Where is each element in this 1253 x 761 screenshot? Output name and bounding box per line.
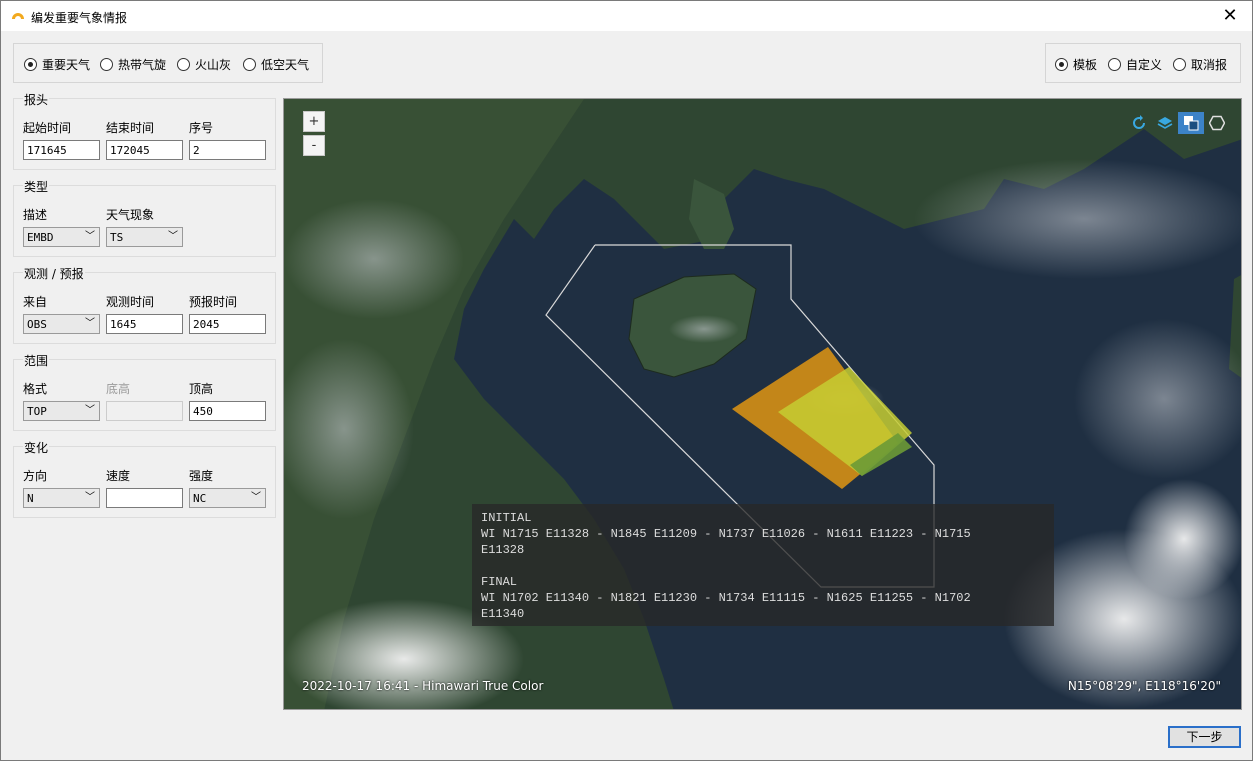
- header-group: 报头 起始时间 结束时间 序号 171645 172045 2: [13, 91, 276, 170]
- chevron-down-icon: ﹀: [85, 405, 95, 416]
- imagery-timestamp: 2022-10-17 16:41 - Himawari True Color: [302, 679, 544, 693]
- layers-icon[interactable]: [1152, 112, 1178, 134]
- app-logo-icon: [12, 13, 24, 19]
- sigmet-final-block: FINAL WI N1702 E11340 - N1821 E11230 - N…: [481, 574, 1045, 622]
- intensity-select[interactable]: NC ﹀: [189, 488, 266, 508]
- radio-cancel-report[interactable]: 取消报: [1173, 55, 1227, 73]
- end-time-label: 结束时间: [106, 121, 155, 135]
- chevron-down-icon: ﹀: [85, 231, 95, 242]
- cursor-coordinates: N15°08'29", E118°16'20": [1067, 679, 1221, 693]
- start-time-input[interactable]: 171645: [23, 140, 100, 160]
- intensity-label: 强度: [189, 469, 214, 483]
- sigmet-initial-block: INITIAL WI N1715 E11328 - N1845 E11209 -…: [481, 510, 1045, 558]
- top-height-input[interactable]: 450: [189, 401, 266, 421]
- observation-time-input[interactable]: 1645: [106, 314, 183, 334]
- forecast-time-label: 预报时间: [189, 295, 238, 309]
- range-group: 范围 格式 底高 顶高 TOP ﹀ 450: [13, 352, 276, 431]
- chevron-down-icon: ﹀: [85, 492, 95, 503]
- sigmet-text-overlay: INITIAL WI N1715 E11328 - N1845 E11209 -…: [472, 504, 1054, 626]
- mode-radio-group: 模板 自定义 取消报: [1045, 43, 1241, 83]
- window-title: 编发重要气象情报: [31, 11, 128, 25]
- group-title: 观测 / 预报: [23, 265, 85, 282]
- satellite-map[interactable]: + - INITIAL WI N1715 E11328 - N1845 E112…: [283, 98, 1242, 710]
- chevron-down-icon: ﹀: [168, 231, 178, 242]
- format-select[interactable]: TOP ﹀: [23, 401, 100, 421]
- phenomenon-select[interactable]: TS ﹀: [106, 227, 183, 247]
- phenomenon-label: 天气现象: [106, 208, 155, 222]
- radio-dot: [24, 57, 37, 71]
- zoom-in-button[interactable]: +: [303, 111, 325, 132]
- chevron-down-icon: ﹀: [251, 492, 261, 503]
- radio-significant-weather[interactable]: 重要天气: [24, 55, 90, 73]
- direction-select[interactable]: N ﹀: [23, 488, 100, 508]
- direction-label: 方向: [23, 469, 48, 483]
- sigmet-initial-title: INITIAL: [481, 511, 532, 525]
- end-time-input[interactable]: 172045: [106, 140, 183, 160]
- description-label: 描述: [23, 208, 48, 222]
- source-label: 来自: [23, 295, 48, 309]
- radio-dot: [1055, 57, 1068, 71]
- group-title: 变化: [23, 439, 50, 456]
- description-select[interactable]: EMBD ﹀: [23, 227, 100, 247]
- sigmet-final-title: FINAL: [481, 575, 518, 589]
- radio-volcanic-ash[interactable]: 火山灰: [177, 55, 231, 73]
- change-group: 变化 方向 速度 强度 N ﹀ NC ﹀: [13, 439, 276, 518]
- radio-low-level-weather[interactable]: 低空天气: [243, 55, 309, 73]
- type-group: 类型 描述 天气现象 EMBD ﹀ TS ﹀: [13, 178, 276, 257]
- close-button[interactable]: ✕: [1208, 1, 1252, 31]
- speed-input[interactable]: [106, 488, 183, 508]
- forecast-time-input[interactable]: 2045: [189, 314, 266, 334]
- zoom-out-button[interactable]: -: [303, 135, 325, 156]
- map-toolbar: [1126, 112, 1230, 134]
- radio-dot: [177, 57, 190, 71]
- radio-dot: [1173, 57, 1186, 71]
- base-height-input: [106, 401, 183, 421]
- title-bar: 编发重要气象情报 ✕: [1, 1, 1252, 31]
- sigmet-final-line: E11340: [481, 607, 525, 621]
- radio-template[interactable]: 模板: [1055, 55, 1097, 73]
- sigmet-final-line: WI N1702 E11340 - N1821 E11230 - N1734 E…: [481, 591, 971, 605]
- radio-tropical-cyclone[interactable]: 热带气旋: [100, 55, 166, 73]
- format-label: 格式: [23, 382, 48, 396]
- group-title: 类型: [23, 178, 50, 195]
- sequence-input[interactable]: 2: [189, 140, 266, 160]
- hexagon-icon[interactable]: [1204, 112, 1230, 134]
- observation-time-label: 观测时间: [106, 295, 155, 309]
- chevron-down-icon: ﹀: [85, 318, 95, 329]
- observation-group: 观测 / 预报 来自 观测时间 预报时间 OBS ﹀ 1645 2045: [13, 265, 276, 344]
- group-title: 报头: [23, 91, 50, 108]
- base-height-label: 底高: [106, 382, 131, 396]
- radio-dot: [1108, 57, 1121, 71]
- radio-dot: [100, 57, 113, 71]
- sigmet-initial-line: WI N1715 E11328 - N1845 E11209 - N1737 E…: [481, 527, 971, 541]
- top-height-label: 顶高: [189, 382, 214, 396]
- dialog-window: 编发重要气象情报 ✕ 重要天气 热带气旋 火山灰 低空天气 模板 自定义 取消报…: [0, 0, 1253, 761]
- sigmet-initial-line: E11328: [481, 543, 525, 557]
- sequence-label: 序号: [189, 121, 214, 135]
- radio-custom[interactable]: 自定义: [1108, 55, 1162, 73]
- close-icon: ✕: [1222, 5, 1238, 26]
- group-title: 范围: [23, 352, 50, 369]
- start-time-label: 起始时间: [23, 121, 72, 135]
- source-select[interactable]: OBS ﹀: [23, 314, 100, 334]
- refresh-icon[interactable]: [1126, 112, 1152, 134]
- next-step-button[interactable]: 下一步: [1168, 726, 1241, 748]
- sigmet-type-radio-group: 重要天气 热带气旋 火山灰 低空天气: [13, 43, 323, 83]
- radio-dot: [243, 57, 256, 71]
- fill-toggle-icon[interactable]: [1178, 112, 1204, 134]
- speed-label: 速度: [106, 469, 131, 483]
